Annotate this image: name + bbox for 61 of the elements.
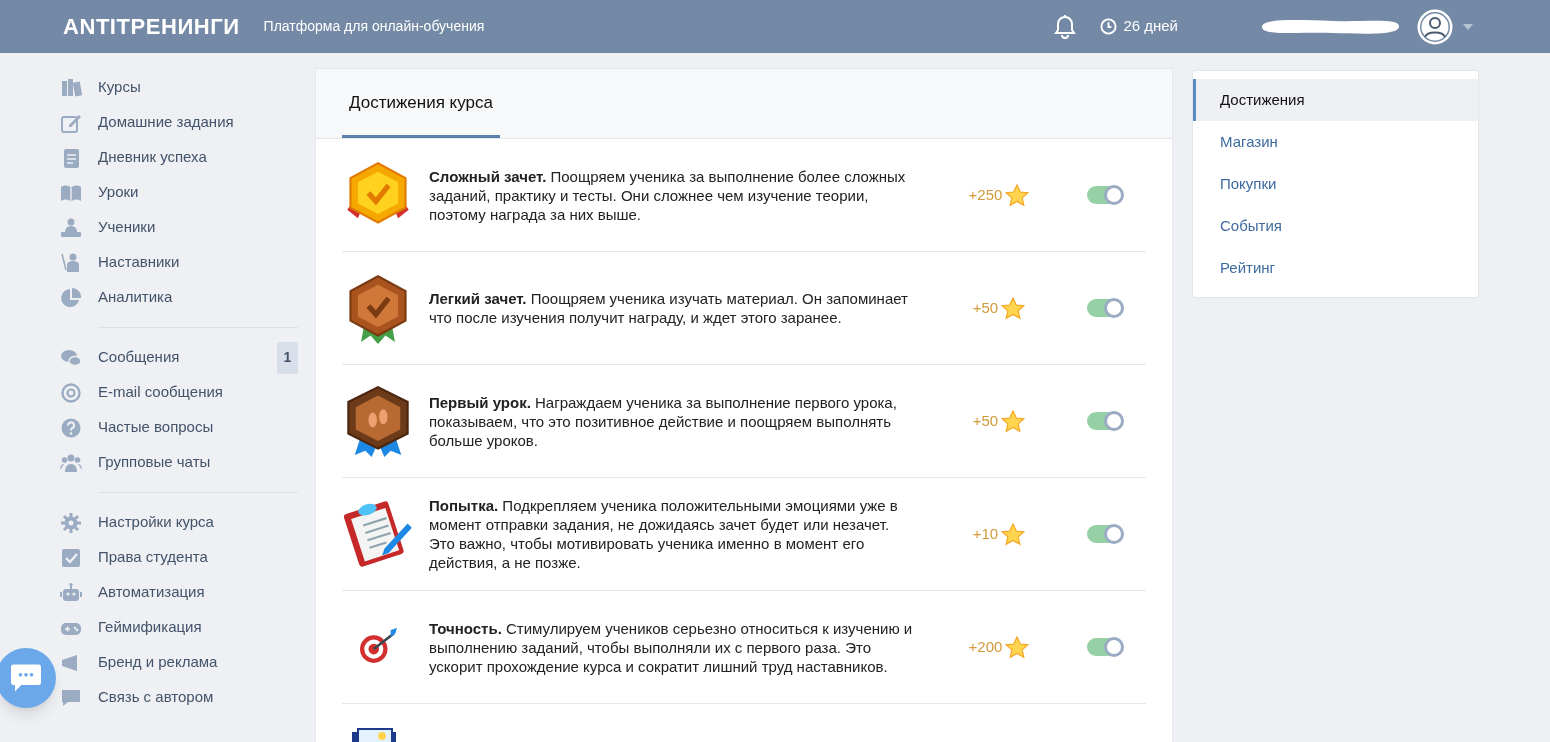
pie-chart-icon bbox=[60, 286, 82, 309]
chat-bubble-icon bbox=[10, 663, 42, 693]
sidebar-item[interactable]: Частые вопросы bbox=[60, 410, 298, 445]
sidebar-item[interactable]: Уроки bbox=[60, 175, 298, 210]
achievement-description: Первый урок. Награждаем ученика за выполнение первого урока, показываем, что это позитивное действие и поощряем выполнять больше уроков. bbox=[429, 392, 898, 450]
points-reward: +50 bbox=[972, 297, 999, 318]
logo[interactable]: ANTITРЕНИНГИ bbox=[63, 10, 240, 43]
achievement-description: Сложный зачет. Поощряем ученика за выполнение более сложных заданий, практику и тесты. Они сложнее чем изучение теории, поэтому награда за них выше. bbox=[429, 166, 907, 224]
achievement-description: Легкий зачет. Поощряем ученика изучать материал. Он запоминает что после изучения получит награду, и ждет этого заранее. bbox=[429, 289, 909, 327]
sidebar-item[interactable]: E-mail сообщения bbox=[60, 375, 298, 410]
sidebar-item[interactable]: Аналитика bbox=[60, 280, 298, 315]
clock-icon bbox=[1100, 18, 1118, 35]
gear-icon bbox=[60, 511, 82, 534]
points-reward: +200 bbox=[968, 636, 1003, 657]
help-icon bbox=[60, 416, 82, 439]
sidebar-item[interactable]: Курсы bbox=[60, 70, 298, 105]
sidebar-item[interactable]: Права студента bbox=[60, 540, 298, 575]
teacher-icon bbox=[60, 251, 82, 274]
sidebar-item[interactable]: Домашние задания bbox=[60, 105, 298, 140]
unread-count: 1 bbox=[277, 341, 298, 374]
student-icon bbox=[60, 216, 82, 239]
sidebar-item[interactable]: Сообщения 1 bbox=[60, 340, 298, 375]
star-icon bbox=[1001, 296, 1026, 320]
points-reward: +10 bbox=[972, 523, 999, 544]
caret-icon[interactable] bbox=[1463, 23, 1473, 30]
star-icon bbox=[1001, 409, 1026, 433]
sidebar-item[interactable]: Связь с автором bbox=[60, 680, 298, 715]
sidebar-item[interactable]: Ученики bbox=[60, 210, 298, 245]
points-reward: +250 bbox=[968, 184, 1003, 205]
sidebar-item[interactable]: Автоматизация bbox=[60, 575, 298, 610]
checkbox-icon bbox=[60, 546, 82, 569]
bell-icon[interactable] bbox=[1054, 13, 1077, 40]
toggle-switch[interactable] bbox=[1087, 525, 1123, 543]
platform-subtitle: Платформа для онлайн-обучения bbox=[263, 17, 485, 36]
star-icon bbox=[1005, 635, 1030, 659]
chat-button[interactable] bbox=[0, 648, 56, 708]
toggle-switch[interactable] bbox=[1087, 412, 1123, 430]
achievement-description: Точность. Стимулируем учеников серьезно относиться к изучению и выполнению заданий, чтобы выполняли их с первого раза. Это ускорит прохождение курса и сократит лишний труд наставников. bbox=[429, 618, 914, 676]
toggle-switch[interactable] bbox=[1087, 638, 1123, 656]
sidebar-item[interactable]: Геймификация bbox=[60, 610, 298, 645]
avatar-icon[interactable] bbox=[1417, 8, 1453, 45]
books-icon bbox=[60, 76, 82, 99]
toggle-switch[interactable] bbox=[1087, 299, 1123, 317]
points-reward: +50 bbox=[972, 410, 999, 431]
sidebar-item[interactable]: Настройки курса bbox=[60, 505, 298, 540]
days-left: 26 дней bbox=[1123, 16, 1178, 37]
robot-icon bbox=[60, 581, 82, 604]
achievement-description: Попытка. Подкрепляем ученика положительными эмоциями уже в момент отправки задания, не дожидаясь зачет будет или незачет. Это важно, чтобы мотивировать ученика именно в момент его действия, а не позже. bbox=[429, 496, 899, 572]
section-menu-item[interactable]: События bbox=[1193, 205, 1478, 247]
toggle-switch[interactable] bbox=[1087, 186, 1123, 204]
sidebar-item[interactable]: Бренд и реклама bbox=[60, 645, 298, 680]
sidebar-item[interactable]: Дневник успеха bbox=[60, 140, 298, 175]
sidebar-item[interactable]: Наставники bbox=[60, 245, 298, 280]
section-menu-item[interactable]: Покупки bbox=[1193, 163, 1478, 205]
section-menu-item[interactable]: Магазин bbox=[1193, 121, 1478, 163]
tab[interactable]: Достижения курса bbox=[342, 89, 500, 138]
section-menu-item[interactable]: Рейтинг bbox=[1193, 247, 1478, 289]
sidebar-item[interactable]: Групповые чаты bbox=[60, 445, 298, 480]
star-icon bbox=[1005, 183, 1030, 207]
star-icon bbox=[1001, 522, 1026, 546]
section-menu-item[interactable]: Достижения bbox=[1193, 79, 1478, 121]
